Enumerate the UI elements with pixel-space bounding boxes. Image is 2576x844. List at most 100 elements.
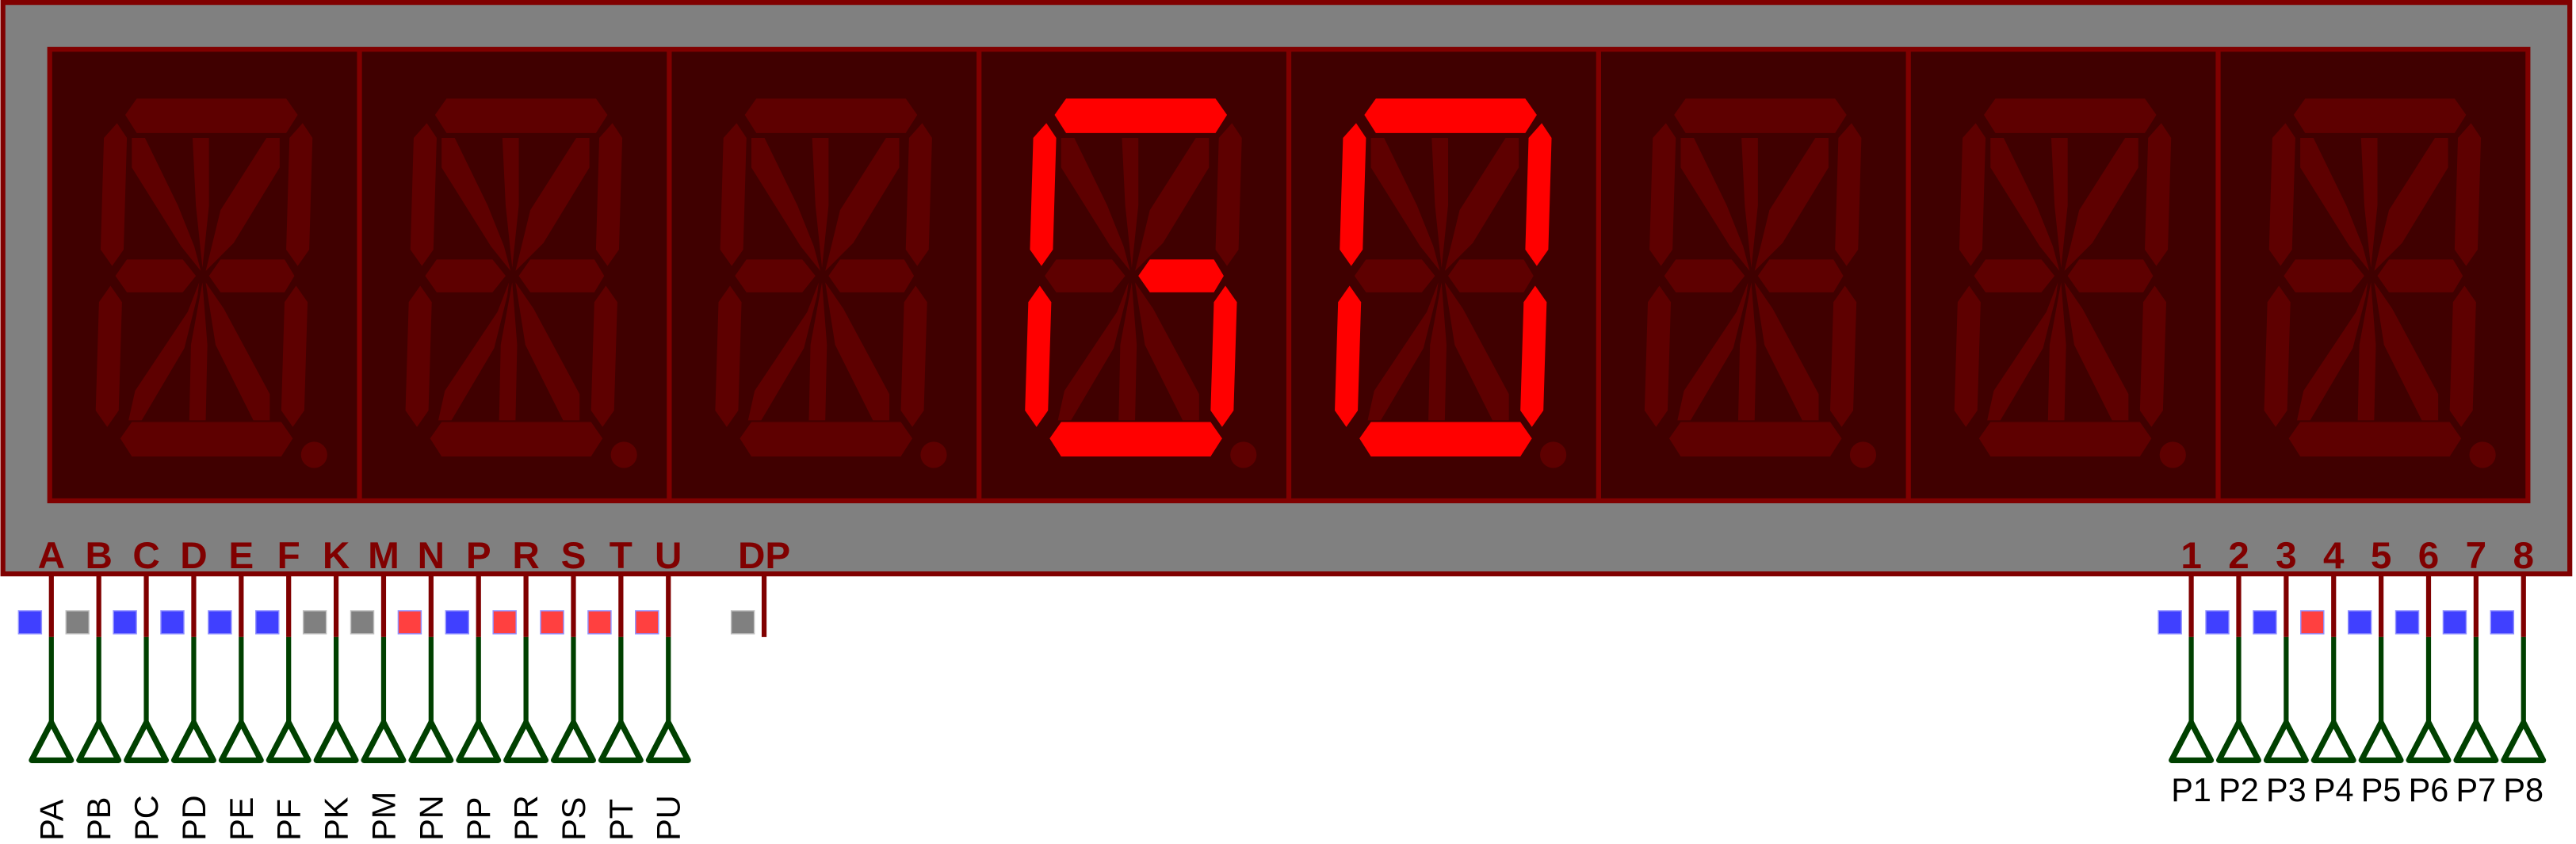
pin-P[interactable]: PPP	[445, 535, 502, 841]
pin-M[interactable]: M PM	[350, 535, 407, 841]
segment-C	[1520, 285, 1547, 427]
segment-E	[1954, 285, 1981, 427]
terminal-triangle-icon[interactable]	[598, 720, 644, 763]
pin-B[interactable]: B PB	[65, 535, 122, 841]
logic-state-indicator	[2253, 610, 2277, 635]
terminal-triangle-icon[interactable]	[550, 720, 596, 763]
terminal-triangle-icon[interactable]	[2169, 720, 2215, 763]
pin-DP[interactable]: DP	[730, 535, 791, 637]
display-panel	[47, 47, 2531, 504]
segment-D	[120, 422, 293, 457]
terminal-triangle-icon[interactable]	[408, 720, 454, 763]
terminal-triangle-icon[interactable]	[29, 720, 75, 763]
terminal-triangle-icon[interactable]	[218, 720, 264, 763]
net-label: P6	[2409, 771, 2449, 808]
segment-DP	[300, 441, 327, 468]
net-label: PF	[270, 799, 308, 841]
segment-N	[1448, 259, 1534, 292]
logic-state-indicator	[445, 610, 470, 635]
segment-DP	[1230, 441, 1257, 468]
terminal-triangle-icon[interactable]	[503, 720, 549, 763]
terminal-triangle-icon[interactable]	[76, 720, 122, 763]
pin-label: K	[323, 535, 350, 577]
segment-E	[715, 285, 742, 427]
segment-B	[2454, 123, 2482, 266]
pin-F[interactable]: F PF	[255, 535, 311, 841]
terminal-triangle-icon[interactable]	[456, 720, 502, 763]
logic-state-indicator	[730, 610, 755, 635]
pin-S[interactable]: S PS	[540, 535, 596, 841]
pin-A[interactable]: A PA	[17, 535, 75, 841]
net-label: PU	[650, 795, 687, 841]
pin-label: 5	[2371, 535, 2392, 577]
segment-F	[1030, 123, 1057, 266]
segment-DP	[1849, 441, 1877, 468]
terminal-triangle-icon[interactable]	[2501, 720, 2547, 763]
pin-label: T	[610, 535, 633, 577]
segment-D	[1668, 422, 1842, 457]
net-label: P7	[2456, 771, 2497, 808]
net-label: PD	[175, 795, 212, 841]
segment-N	[2067, 259, 2154, 292]
segment-DP	[610, 441, 637, 468]
segment-C	[2449, 285, 2476, 427]
net-label: PC	[128, 795, 165, 841]
pin-label: 3	[2276, 535, 2297, 577]
pin-E[interactable]: E PE	[208, 535, 264, 841]
pin-D[interactable]: D PD	[160, 535, 216, 841]
segment-E	[1644, 285, 1672, 427]
terminal-triangle-icon[interactable]	[170, 720, 216, 763]
segment-B	[1835, 123, 1862, 266]
net-label: PM	[365, 792, 402, 841]
pin-label: B	[85, 535, 112, 577]
segment-D	[1049, 422, 1222, 457]
pin-T[interactable]: T PT	[587, 535, 644, 841]
pin-label: E	[228, 535, 254, 577]
net-label: P1	[2171, 771, 2211, 808]
segment-E	[405, 285, 432, 427]
pin-N[interactable]: N PN	[397, 535, 454, 841]
segment-P	[735, 259, 816, 292]
segment-E	[95, 285, 122, 427]
terminal-triangle-icon[interactable]	[645, 720, 691, 763]
segment-C	[900, 285, 927, 427]
terminal-triangle-icon[interactable]	[361, 720, 407, 763]
pin-label: 6	[2418, 535, 2440, 577]
segment-A	[1054, 98, 1228, 133]
terminal-triangle-icon[interactable]	[2310, 720, 2356, 763]
terminal-triangle-icon[interactable]	[2406, 720, 2452, 763]
terminal-triangle-icon[interactable]	[124, 720, 170, 763]
alphanumeric-display-schematic: APABPBCPCDPDEPEFPFKPKMPMNPNPPPRPRSPSTPTU…	[0, 0, 2573, 841]
pin-label: D	[180, 535, 207, 577]
pin-C[interactable]: C PC	[113, 535, 170, 841]
segment-N	[1138, 259, 1224, 292]
terminal-triangle-icon[interactable]	[2358, 720, 2404, 763]
terminal-triangle-icon[interactable]	[266, 720, 311, 763]
logic-state-indicator	[635, 610, 659, 635]
terminal-triangle-icon[interactable]	[2453, 720, 2499, 763]
segment-F	[100, 123, 128, 266]
segment-A	[2293, 98, 2467, 133]
net-label: P4	[2314, 771, 2354, 808]
net-label: PN	[412, 795, 449, 841]
terminal-triangle-icon[interactable]	[313, 720, 359, 763]
pin-label: M	[368, 535, 399, 577]
segment-P	[1974, 259, 2055, 292]
pin-label: R	[512, 535, 539, 577]
pin-label: C	[132, 535, 159, 577]
segment-E	[1335, 285, 1362, 427]
logic-state-indicator	[587, 610, 612, 635]
pin-K[interactable]: K PK	[302, 535, 359, 841]
net-label: PP	[460, 797, 497, 841]
pin-R[interactable]: R PR	[492, 535, 549, 841]
net-label: P5	[2361, 771, 2402, 808]
pin-U[interactable]: U PU	[635, 535, 691, 841]
terminal-triangle-icon[interactable]	[2263, 720, 2309, 763]
segment-E	[2264, 285, 2291, 427]
pin-label: 1	[2180, 535, 2202, 577]
segment-C	[1830, 285, 1857, 427]
terminal-triangle-icon[interactable]	[2215, 720, 2261, 763]
segment-F	[1649, 123, 1676, 266]
pin-group: APABPBCPCDPDEPEFPFKPKMPMNPNPPPRPRSPSTPTU…	[17, 535, 2547, 841]
pin-label: 7	[2466, 535, 2487, 577]
